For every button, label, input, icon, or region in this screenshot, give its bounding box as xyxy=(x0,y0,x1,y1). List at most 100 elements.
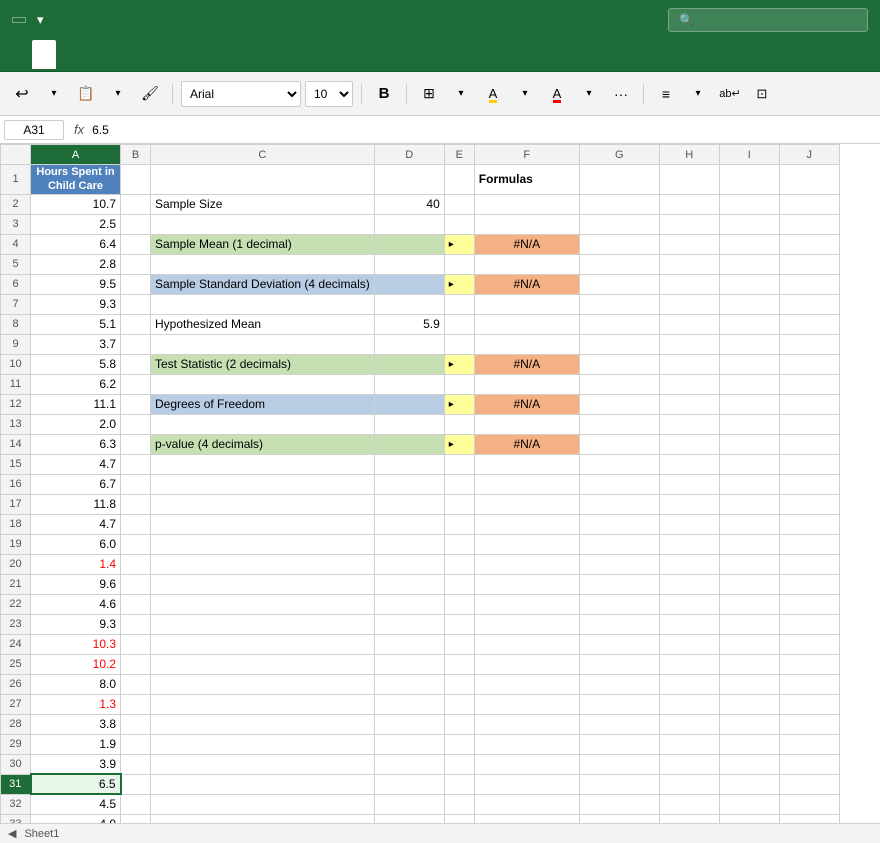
cell-f32[interactable] xyxy=(474,794,579,814)
cell-b23[interactable] xyxy=(121,614,151,634)
cell-c15[interactable] xyxy=(151,454,375,474)
cell-f20[interactable] xyxy=(474,554,579,574)
cell-i28[interactable] xyxy=(719,714,779,734)
cell-j25[interactable] xyxy=(779,654,839,674)
cell-b33[interactable] xyxy=(121,814,151,823)
cell-f1[interactable]: Formulas xyxy=(474,165,579,195)
cell-c22[interactable] xyxy=(151,594,375,614)
cell-c26[interactable] xyxy=(151,674,375,694)
menu-review[interactable] xyxy=(176,40,200,71)
cell-a11[interactable]: 6.2 xyxy=(31,374,121,394)
cell-c33[interactable] xyxy=(151,814,375,823)
font-color-button[interactable]: A xyxy=(543,80,571,108)
cell-e23[interactable] xyxy=(444,614,474,634)
cell-b17[interactable] xyxy=(121,494,151,514)
cell-i7[interactable] xyxy=(719,294,779,314)
cell-b16[interactable] xyxy=(121,474,151,494)
cell-h32[interactable] xyxy=(659,794,719,814)
cell-i4[interactable] xyxy=(719,234,779,254)
cell-d30[interactable] xyxy=(374,754,444,774)
clipboard-chevron[interactable]: ▾ xyxy=(104,80,132,108)
cell-i24[interactable] xyxy=(719,634,779,654)
cell-g5[interactable] xyxy=(579,254,659,274)
cell-h10[interactable] xyxy=(659,354,719,374)
cell-c17[interactable] xyxy=(151,494,375,514)
cell-a20[interactable]: 1.4 xyxy=(31,554,121,574)
cell-d31[interactable] xyxy=(374,774,444,794)
cell-f8[interactable] xyxy=(474,314,579,334)
cell-e30[interactable] xyxy=(444,754,474,774)
cell-e21[interactable] xyxy=(444,574,474,594)
cell-f12[interactable]: #N/A xyxy=(474,394,579,414)
cell-g32[interactable] xyxy=(579,794,659,814)
cell-b28[interactable] xyxy=(121,714,151,734)
cell-c1[interactable] xyxy=(151,165,375,195)
cell-c19[interactable] xyxy=(151,534,375,554)
cell-b2[interactable] xyxy=(121,194,151,214)
cell-a5[interactable]: 2.8 xyxy=(31,254,121,274)
cell-g15[interactable] xyxy=(579,454,659,474)
cell-c25[interactable] xyxy=(151,654,375,674)
cell-g1[interactable] xyxy=(579,165,659,195)
cell-a4[interactable]: 6.4 xyxy=(31,234,121,254)
cell-a16[interactable]: 6.7 xyxy=(31,474,121,494)
cell-g30[interactable] xyxy=(579,754,659,774)
cell-h3[interactable] xyxy=(659,214,719,234)
cell-b20[interactable] xyxy=(121,554,151,574)
cell-d25[interactable] xyxy=(374,654,444,674)
col-header-g[interactable]: G xyxy=(579,145,659,165)
cell-d28[interactable] xyxy=(374,714,444,734)
cell-e15[interactable] xyxy=(444,454,474,474)
cell-j30[interactable] xyxy=(779,754,839,774)
cell-a3[interactable]: 2.5 xyxy=(31,214,121,234)
cell-b14[interactable] xyxy=(121,434,151,454)
cell-c27[interactable] xyxy=(151,694,375,714)
cell-h28[interactable] xyxy=(659,714,719,734)
cell-g7[interactable] xyxy=(579,294,659,314)
cell-e7[interactable] xyxy=(444,294,474,314)
cell-e12[interactable]: ▸ xyxy=(444,394,474,414)
cell-h5[interactable] xyxy=(659,254,719,274)
cell-d10[interactable] xyxy=(374,354,444,374)
cell-e22[interactable] xyxy=(444,594,474,614)
cell-i15[interactable] xyxy=(719,454,779,474)
cell-a26[interactable]: 8.0 xyxy=(31,674,121,694)
cell-d20[interactable] xyxy=(374,554,444,574)
cell-i21[interactable] xyxy=(719,574,779,594)
cell-h2[interactable] xyxy=(659,194,719,214)
cell-e3[interactable] xyxy=(444,214,474,234)
cell-h8[interactable] xyxy=(659,314,719,334)
menu-formulas[interactable] xyxy=(128,40,152,71)
col-header-f[interactable]: F xyxy=(474,145,579,165)
cell-i5[interactable] xyxy=(719,254,779,274)
cell-j21[interactable] xyxy=(779,574,839,594)
cell-c12[interactable]: Degrees of Freedom xyxy=(151,394,375,414)
cell-d15[interactable] xyxy=(374,454,444,474)
cell-e32[interactable] xyxy=(444,794,474,814)
cell-h16[interactable] xyxy=(659,474,719,494)
format-painter-button[interactable]: 🖌 xyxy=(136,80,164,108)
cell-d5[interactable] xyxy=(374,254,444,274)
menu-help[interactable] xyxy=(224,40,248,71)
menu-draw[interactable] xyxy=(80,40,104,71)
cell-e29[interactable] xyxy=(444,734,474,754)
cell-j27[interactable] xyxy=(779,694,839,714)
cell-c7[interactable] xyxy=(151,294,375,314)
font-color-chevron[interactable]: ▾ xyxy=(575,80,603,108)
cell-i17[interactable] xyxy=(719,494,779,514)
cell-c10[interactable]: Test Statistic (2 decimals) xyxy=(151,354,375,374)
cell-g13[interactable] xyxy=(579,414,659,434)
cell-b18[interactable] xyxy=(121,514,151,534)
cell-h11[interactable] xyxy=(659,374,719,394)
cell-e1[interactable] xyxy=(444,165,474,195)
cell-a13[interactable]: 2.0 xyxy=(31,414,121,434)
cell-d14[interactable] xyxy=(374,434,444,454)
cell-j19[interactable] xyxy=(779,534,839,554)
cell-g22[interactable] xyxy=(579,594,659,614)
cell-c24[interactable] xyxy=(151,634,375,654)
cell-a23[interactable]: 9.3 xyxy=(31,614,121,634)
cell-e20[interactable] xyxy=(444,554,474,574)
cell-i10[interactable] xyxy=(719,354,779,374)
cell-c14[interactable]: p-value (4 decimals) xyxy=(151,434,375,454)
cell-e24[interactable] xyxy=(444,634,474,654)
